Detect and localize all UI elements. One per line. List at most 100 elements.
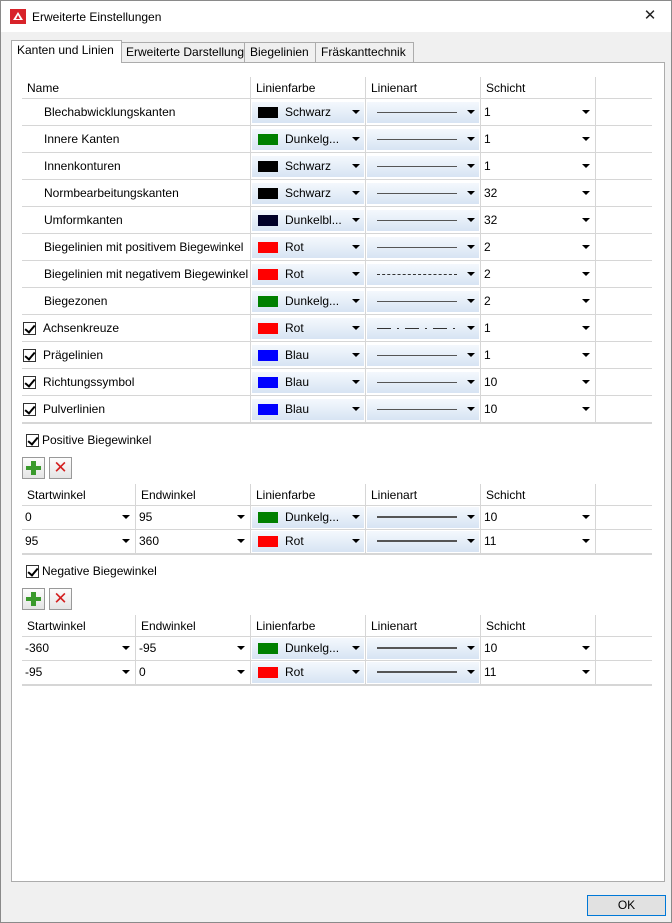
line-preview [377,355,457,356]
table-cell [366,506,481,529]
linestyle-combo[interactable] [367,399,479,420]
tab-kanten-und-linien[interactable]: Kanten und Linien [11,40,122,63]
layer-combo-value: 32 [484,186,498,200]
dropdown-arrow-icon [237,646,245,650]
window-title: Erweiterte Einstellungen [32,10,162,24]
end-angle-combo[interactable]: 95 [137,507,249,528]
layer-combo[interactable]: 10 [482,638,594,659]
layer-combo[interactable]: 10 [482,507,594,528]
tab-fraeskanttechnik[interactable]: Fräskanttechnik [315,42,414,62]
dropdown-arrow-icon [467,515,475,519]
layer-combo[interactable]: 2 [482,291,594,312]
end-angle-combo[interactable]: 360 [137,531,249,552]
tab-biegelinien[interactable]: Biegelinien [244,42,316,62]
linestyle-cell [366,315,481,341]
visibility-checkbox[interactable] [23,322,36,335]
close-button[interactable]: ✕ [635,5,665,27]
color-combo[interactable]: Blau [252,372,364,393]
linestyle-combo[interactable] [367,183,479,204]
table-cell: -360 [22,637,136,660]
color-combo[interactable]: Blau [252,345,364,366]
start-angle-combo[interactable]: 95 [23,531,134,552]
linestyle-combo[interactable] [367,662,479,683]
layer-combo[interactable]: 32 [482,210,594,231]
dropdown-arrow-icon [467,137,475,141]
layer-combo-value: 32 [484,213,498,227]
layer-combo[interactable]: 1 [482,129,594,150]
color-cell: Blau [251,369,366,395]
dropdown-arrow-icon [467,218,475,222]
color-combo[interactable]: Dunkelg... [252,507,364,528]
row-name: Umformkanten [44,213,123,227]
table-row: Innere Kanten Dunkelg... 1 [22,126,652,153]
color-name: Blau [285,375,310,389]
linestyle-combo[interactable] [367,531,479,552]
layer-combo[interactable]: 10 [482,372,594,393]
linestyle-combo[interactable] [367,102,479,123]
color-combo[interactable]: Dunkelg... [252,129,364,150]
color-combo[interactable]: Dunkelg... [252,291,364,312]
color-combo[interactable]: Dunkelg... [252,638,364,659]
negative-checkbox[interactable] [26,565,39,578]
color-combo[interactable]: Schwarz [252,183,364,204]
linestyle-combo[interactable] [367,237,479,258]
positive-add-button[interactable] [22,457,45,479]
line-preview [377,382,457,383]
color-swatch [258,643,278,654]
linestyle-combo[interactable] [367,291,479,312]
header-cell: Endwinkel [136,484,251,505]
visibility-checkbox[interactable] [23,403,36,416]
linestyle-combo[interactable] [367,210,479,231]
visibility-checkbox[interactable] [23,349,36,362]
linestyle-combo[interactable] [367,507,479,528]
layer-combo[interactable]: 1 [482,102,594,123]
start-angle-combo[interactable]: -360 [23,638,134,659]
layer-combo[interactable]: 2 [482,264,594,285]
layer-combo[interactable]: 2 [482,237,594,258]
positive-delete-button[interactable]: ✕ [49,457,72,479]
line-preview [377,247,457,248]
color-combo[interactable]: Schwarz [252,102,364,123]
color-combo[interactable]: Dunkelbl... [252,210,364,231]
layer-combo[interactable]: 11 [482,662,594,683]
color-combo[interactable]: Rot [252,318,364,339]
color-swatch [258,323,278,334]
end-angle-combo-value: 360 [139,534,160,548]
layer-combo[interactable]: 10 [482,399,594,420]
linestyle-combo[interactable] [367,264,479,285]
linestyle-combo[interactable] [367,156,479,177]
color-combo[interactable]: Rot [252,264,364,285]
end-angle-combo[interactable]: -95 [137,638,249,659]
title-bar: Erweiterte Einstellungen ✕ [1,1,671,32]
color-combo[interactable]: Rot [252,662,364,683]
linestyle-combo[interactable] [367,318,479,339]
layer-combo[interactable]: 1 [482,345,594,366]
color-combo[interactable]: Rot [252,237,364,258]
layer-combo[interactable]: 32 [482,183,594,204]
visibility-checkbox[interactable] [23,376,36,389]
line-preview [377,409,457,410]
dropdown-arrow-icon [582,137,590,141]
tab-erweiterte-darstellung[interactable]: Erweiterte Darstellung [120,42,245,62]
delete-x-icon: ✕ [53,458,68,477]
linestyle-combo[interactable] [367,372,479,393]
negative-delete-button[interactable]: ✕ [49,588,72,610]
color-combo[interactable]: Schwarz [252,156,364,177]
linestyle-combo[interactable] [367,129,479,150]
end-angle-combo[interactable]: 0 [137,662,249,683]
color-cell: Dunkelbl... [251,207,366,233]
linestyle-combo[interactable] [367,345,479,366]
start-angle-combo[interactable]: -95 [23,662,134,683]
negative-add-button[interactable] [22,588,45,610]
positive-checkbox[interactable] [26,434,39,447]
layer-combo[interactable]: 1 [482,156,594,177]
layer-combo[interactable]: 11 [482,531,594,552]
ok-button[interactable]: OK [587,895,666,916]
color-combo[interactable]: Rot [252,531,364,552]
name-cell: Normbearbeitungskanten [22,180,251,206]
layer-combo[interactable]: 1 [482,318,594,339]
start-angle-combo[interactable]: 0 [23,507,134,528]
linestyle-combo[interactable] [367,638,479,659]
linestyle-cell [366,153,481,179]
color-combo[interactable]: Blau [252,399,364,420]
